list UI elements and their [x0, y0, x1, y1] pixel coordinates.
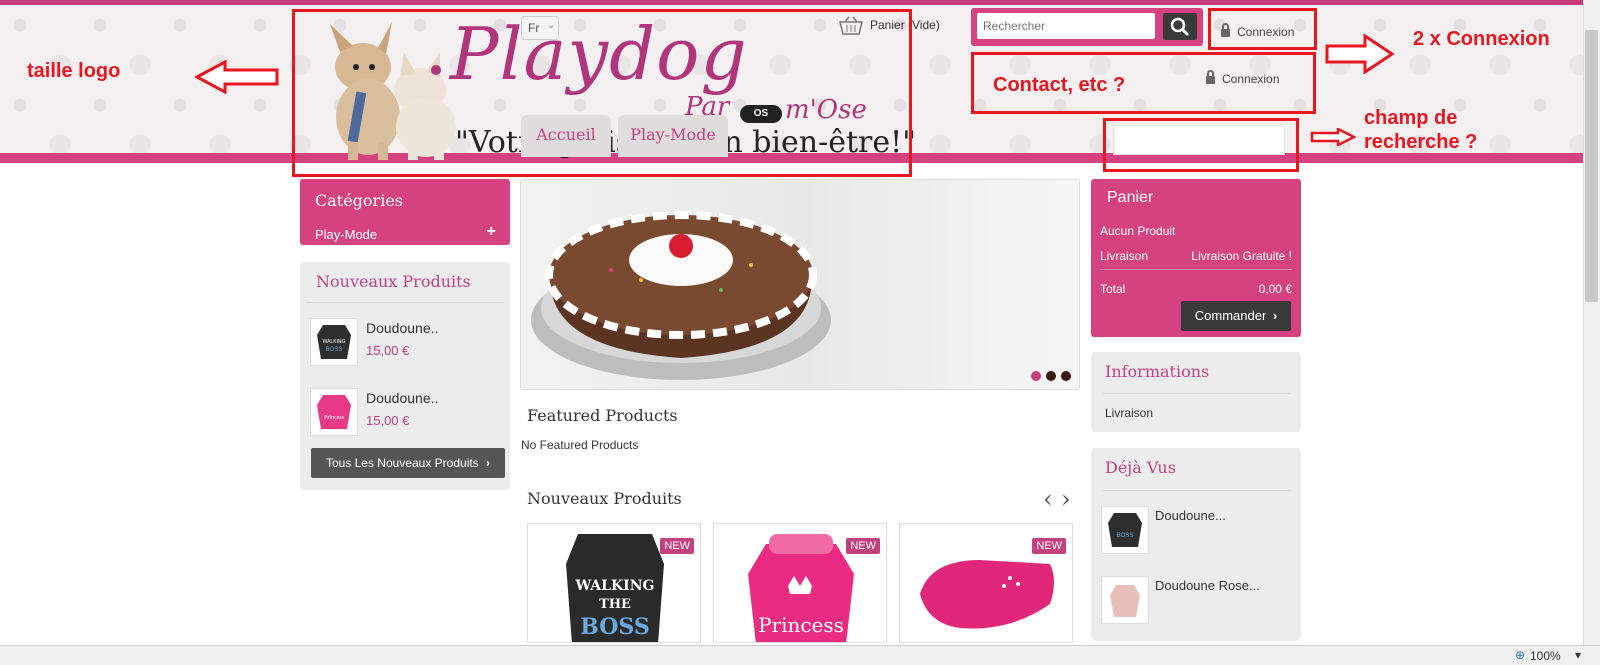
product-name[interactable]: Doudoune..: [366, 390, 438, 406]
viewed-product-thumb[interactable]: [1101, 576, 1149, 624]
chevron-right-icon: ›: [486, 456, 491, 470]
annotation-search-line1: champ de: [1364, 107, 1458, 129]
svg-text:Princess: Princess: [324, 415, 345, 421]
cake-image: [531, 211, 831, 380]
jacket-icon: BOSS: [1108, 513, 1142, 547]
new-products-block: Nouveaux Produits WALKING BOSS Doudoune.…: [300, 262, 510, 490]
shipping-value: Livraison Gratuite !: [1191, 249, 1292, 263]
viewed-products-block: Déjà Vus BOSS Doudoune... Doudoune Rose.…: [1091, 448, 1301, 641]
shipping-label: Livraison: [1100, 249, 1149, 263]
slider-dot[interactable]: [1061, 371, 1071, 381]
order-label: Commander: [1194, 308, 1267, 323]
search-bar: [971, 8, 1203, 46]
svg-text:WALKING: WALKING: [574, 578, 654, 594]
annotation-box-search: [1103, 118, 1299, 172]
viewed-product-thumb[interactable]: BOSS: [1101, 506, 1149, 554]
divider: [1103, 393, 1291, 394]
slider-dot[interactable]: [1046, 371, 1056, 381]
slider-dot[interactable]: [1031, 371, 1041, 381]
viewed-product-name[interactable]: Doudoune Rose...: [1155, 578, 1260, 593]
information-title: Informations: [1105, 362, 1210, 381]
cart-block: Panier Aucun Produit Livraison Livraison…: [1091, 179, 1301, 337]
featured-products-title: Featured Products: [527, 406, 678, 425]
divider: [1100, 269, 1292, 270]
product-price: 15,00 €: [366, 343, 410, 358]
total-label: Total: [1100, 282, 1126, 296]
divider: [1103, 490, 1291, 491]
arrow-right-icon: [1310, 128, 1356, 146]
svg-text:WALKING: WALKING: [323, 339, 346, 345]
product-price: 15,00 €: [366, 413, 410, 428]
plus-icon[interactable]: +: [487, 223, 496, 241]
zoom-icon[interactable]: ⊕: [1515, 648, 1525, 662]
new-badge: NEW: [1032, 538, 1066, 554]
total-value: 0,00 €: [1258, 282, 1292, 296]
new-badge: NEW: [846, 538, 880, 554]
jacket-icon: Princess: [317, 395, 351, 429]
scrollbar-thumb[interactable]: [1585, 30, 1598, 302]
all-new-products-button[interactable]: Tous Les Nouveaux Produits ›: [311, 448, 505, 478]
svg-text:BOSS: BOSS: [326, 347, 343, 353]
order-button[interactable]: Commander ›: [1181, 301, 1291, 331]
new-products-title: Nouveaux Produits: [316, 272, 471, 291]
category-play-mode[interactable]: Play-Mode: [315, 227, 377, 242]
annotation-search-line2: recherche ?: [1364, 131, 1478, 153]
featured-products-empty: No Featured Products: [521, 438, 639, 452]
search-input[interactable]: [977, 13, 1155, 39]
viewed-product-name[interactable]: Doudoune...: [1155, 508, 1226, 523]
viewed-title: Déjà Vus: [1105, 458, 1176, 477]
arrow-right-icon: [1325, 34, 1395, 74]
product-card[interactable]: WALKING THE BOSS NEW: [527, 523, 701, 643]
svg-text:THE: THE: [599, 597, 631, 612]
jacket-icon: [1110, 585, 1140, 617]
product-name[interactable]: Doudoune..: [366, 320, 438, 336]
carousel-prev-icon[interactable]: ‹: [1043, 485, 1053, 513]
svg-text:BOSS: BOSS: [580, 614, 649, 640]
search-icon: [1170, 17, 1189, 36]
annotation-contact: Contact, etc ?: [993, 74, 1126, 96]
product-thumb[interactable]: Princess: [310, 388, 358, 436]
chevron-down-icon[interactable]: ▾: [1575, 648, 1581, 662]
new-badge: NEW: [660, 538, 694, 554]
svg-text:Princess: Princess: [758, 613, 844, 637]
jacket-icon: WALKING BOSS: [317, 325, 351, 359]
browser-status-bar: ⊕ 100% ▾: [0, 645, 1600, 665]
information-block: Informations Livraison: [1091, 352, 1301, 432]
annotation-box-connexion: [1208, 8, 1317, 50]
svg-text:BOSS: BOSS: [1117, 533, 1134, 539]
product-card[interactable]: NEW: [899, 523, 1073, 643]
zoom-level[interactable]: 100%: [1530, 649, 1561, 663]
search-button[interactable]: [1163, 13, 1197, 40]
new-products-carousel-title: Nouveaux Produits: [527, 489, 682, 508]
product-thumb[interactable]: WALKING BOSS: [310, 318, 358, 366]
annotation-double-login: 2 x Connexion: [1413, 28, 1550, 50]
arrow-left-icon: [195, 60, 279, 94]
cart-empty-text: Aucun Produit: [1100, 224, 1176, 238]
categories-title: Catégories: [315, 191, 403, 210]
categories-block: Catégories Play-Mode +: [300, 179, 510, 245]
divider: [306, 302, 504, 303]
product-card[interactable]: Princess NEW: [713, 523, 887, 643]
home-slider[interactable]: [520, 179, 1080, 390]
all-new-products-label: Tous Les Nouveaux Produits: [325, 456, 479, 470]
cart-block-title: Panier: [1107, 189, 1154, 206]
chevron-right-icon: ›: [1272, 308, 1278, 323]
carousel-next-icon[interactable]: ›: [1061, 485, 1071, 513]
annotation-logo-size: taille logo: [27, 60, 121, 82]
annotation-box-logo: [292, 9, 912, 177]
info-link-livraison[interactable]: Livraison: [1105, 406, 1153, 420]
